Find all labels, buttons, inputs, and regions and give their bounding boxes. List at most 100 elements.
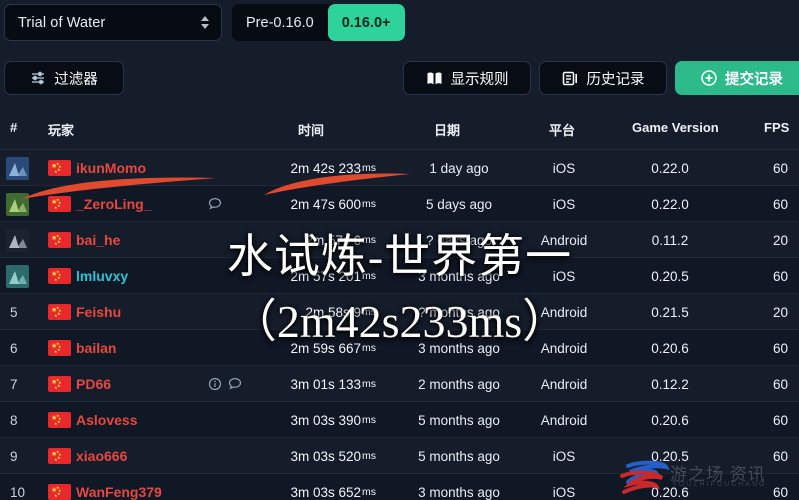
run-time: 3m 03s 390 ms — [290, 412, 376, 428]
history-button-label: 历史记录 — [586, 71, 645, 88]
table-row[interactable]: 5 ★ ★ ★ ★ ★ Feishu 2m 58s 9 ms ? months ago Androi… — [0, 294, 799, 330]
player-name[interactable]: lmluvxy — [76, 258, 206, 294]
info-icon[interactable] — [208, 377, 222, 391]
fps-value: 20 — [772, 304, 788, 320]
column-header-version[interactable]: Game Version — [632, 120, 719, 135]
column-header-time[interactable]: 时间 — [298, 120, 324, 139]
table-row[interactable]: 6 ★ ★ ★ ★ ★ bailan 2m 59s 667 ms 3 months ago Andr… — [0, 330, 799, 366]
game-version: 0.20.5 — [651, 448, 689, 464]
submit-record-button[interactable]: 提交记录 — [675, 61, 799, 95]
player-flag: ★ ★ ★ ★ ★ — [48, 330, 74, 366]
trial-select[interactable]: Trial of Water — [4, 4, 222, 41]
game-version: 0.11.2 — [651, 232, 689, 248]
run-time: 2m 58s 9 ms — [305, 304, 376, 320]
platform: iOS — [552, 448, 576, 464]
table-header: # 玩家 时间 日期 平台 Game Version FPS — [0, 108, 799, 150]
player-flag: ★ ★ ★ ★ ★ — [48, 438, 74, 474]
sliders-icon — [30, 70, 46, 86]
fps-value: 60 — [772, 160, 788, 176]
game-version: 0.20.6 — [651, 340, 689, 356]
player-name[interactable]: Feishu — [76, 294, 206, 330]
rank-number: 9 — [10, 448, 18, 464]
rank-number: 8 — [10, 412, 18, 428]
platform: iOS — [552, 196, 576, 212]
table-row[interactable]: ★ ★ ★ ★ ★ lmluvxy 2m 57s 201 ms 3 months ago iOS 0… — [0, 258, 799, 294]
segment-pre-0-16-0[interactable]: Pre-0.16.0 — [232, 4, 328, 41]
table-row[interactable]: ★ ★ ★ ★ ★ ikunMomo 2m 42s 233 ms 1 day ago iOS 0.2… — [0, 150, 799, 186]
cn-flag-icon: ★ ★ ★ ★ ★ — [48, 268, 71, 284]
run-time: 3m 01s 133 ms — [290, 376, 376, 392]
row-icons — [208, 330, 260, 366]
row-icons — [208, 294, 260, 330]
plus-circle-icon — [701, 70, 717, 86]
toolbar-top: Trial of Water Pre-0.16.0 0.16.0+ — [0, 0, 799, 46]
platform: Android — [540, 232, 588, 248]
run-time: 3m 03s 520 ms — [290, 448, 376, 464]
leaderboard-page: Trial of Water Pre-0.16.0 0.16.0+ 过滤器 显示… — [0, 0, 799, 500]
trial-select-value: Trial of Water — [18, 14, 106, 31]
history-button[interactable]: 历史记录 — [539, 61, 667, 95]
comment-icon[interactable] — [228, 377, 242, 391]
fps-value: 60 — [772, 268, 788, 284]
cn-flag-icon: ★ ★ ★ ★ ★ — [48, 448, 71, 464]
table-row[interactable]: 10 ★ ★ ★ ★ ★ WanFeng379 3m 03s 652 ms 3 months ag… — [0, 474, 799, 500]
cn-flag-icon: ★ ★ ★ ★ ★ — [48, 232, 71, 248]
player-name[interactable]: xiao666 — [76, 438, 206, 474]
column-header-player[interactable]: 玩家 — [48, 120, 74, 139]
player-flag: ★ ★ ★ ★ ★ — [48, 294, 74, 330]
version-segmented-control[interactable]: Pre-0.16.0 0.16.0+ — [232, 4, 405, 41]
fps-value: 60 — [772, 448, 788, 464]
platform: Android — [540, 304, 588, 320]
player-name[interactable]: bailan — [76, 330, 206, 366]
game-version: 0.12.2 — [651, 376, 689, 392]
comment-icon[interactable] — [208, 197, 222, 211]
player-name[interactable]: Aslovess — [76, 402, 206, 438]
game-version: 0.22.0 — [651, 160, 689, 176]
platform: Android — [540, 340, 588, 356]
player-name[interactable]: PD66 — [76, 366, 206, 402]
player-name[interactable]: ikunMomo — [76, 150, 206, 186]
column-header-platform[interactable]: 平台 — [549, 120, 575, 139]
player-name[interactable]: bai_he — [76, 222, 206, 258]
filter-button[interactable]: 过滤器 — [4, 61, 124, 95]
row-icons — [208, 402, 260, 438]
rank-number: 10 — [10, 484, 26, 500]
player-name[interactable]: WanFeng379 — [76, 474, 206, 500]
table-row[interactable]: ★ ★ ★ ★ ★ _ZeroLing_ 2m 47s 600 ms 5 days ago iOS… — [0, 186, 799, 222]
cn-flag-icon: ★ ★ ★ ★ ★ — [48, 340, 71, 356]
game-version: 0.20.6 — [651, 484, 689, 500]
player-flag: ★ ★ ★ ★ ★ — [48, 150, 74, 186]
table-row[interactable]: ★ ★ ★ ★ ★ bai_he 2m 57s 6 ms ? days ago Android 0.… — [0, 222, 799, 258]
column-header-date[interactable]: 日期 — [434, 120, 460, 139]
table-row[interactable]: 9 ★ ★ ★ ★ ★ xiao666 3m 03s 520 ms 5 months ago iOS… — [0, 438, 799, 474]
player-flag: ★ ★ ★ ★ ★ — [48, 474, 74, 500]
fps-value: 60 — [772, 484, 788, 500]
submit-record-label: 提交记录 — [725, 71, 783, 88]
row-icons — [208, 438, 260, 474]
run-time: 3m 03s 652 ms — [290, 484, 376, 500]
row-icons — [208, 474, 260, 500]
column-header-rank[interactable]: # — [10, 120, 17, 135]
run-date: 5 months ago — [418, 448, 500, 464]
book-icon — [426, 71, 443, 86]
game-version: 0.20.6 — [651, 412, 689, 428]
show-rules-button[interactable]: 显示规则 — [403, 61, 531, 95]
cn-flag-icon: ★ ★ ★ ★ ★ — [48, 160, 71, 176]
run-time: 2m 42s 233 ms — [290, 160, 376, 176]
run-date: 3 months ago — [418, 484, 500, 500]
table-row[interactable]: 8 ★ ★ ★ ★ ★ Aslovess 3m 03s 390 ms 5 months ago An… — [0, 402, 799, 438]
filter-button-label: 过滤器 — [54, 71, 98, 88]
row-icons — [208, 186, 260, 222]
show-rules-label: 显示规则 — [450, 71, 509, 88]
column-header-fps[interactable]: FPS — [764, 120, 789, 135]
platform: iOS — [552, 160, 576, 176]
rank-number: 5 — [10, 304, 18, 320]
player-flag: ★ ★ ★ ★ ★ — [48, 366, 74, 402]
table-row[interactable]: 7 ★ ★ ★ ★ ★ PD66 3m 01s 133 ms 2 months ago Androi… — [0, 366, 799, 402]
cn-flag-icon: ★ ★ ★ ★ ★ — [48, 304, 71, 320]
player-name[interactable]: _ZeroLing_ — [76, 186, 206, 222]
segment-0-16-0-plus[interactable]: 0.16.0+ — [327, 4, 405, 41]
run-date: 3 months ago — [418, 268, 500, 284]
run-date: 5 months ago — [418, 412, 500, 428]
cn-flag-icon: ★ ★ ★ ★ ★ — [48, 484, 71, 500]
